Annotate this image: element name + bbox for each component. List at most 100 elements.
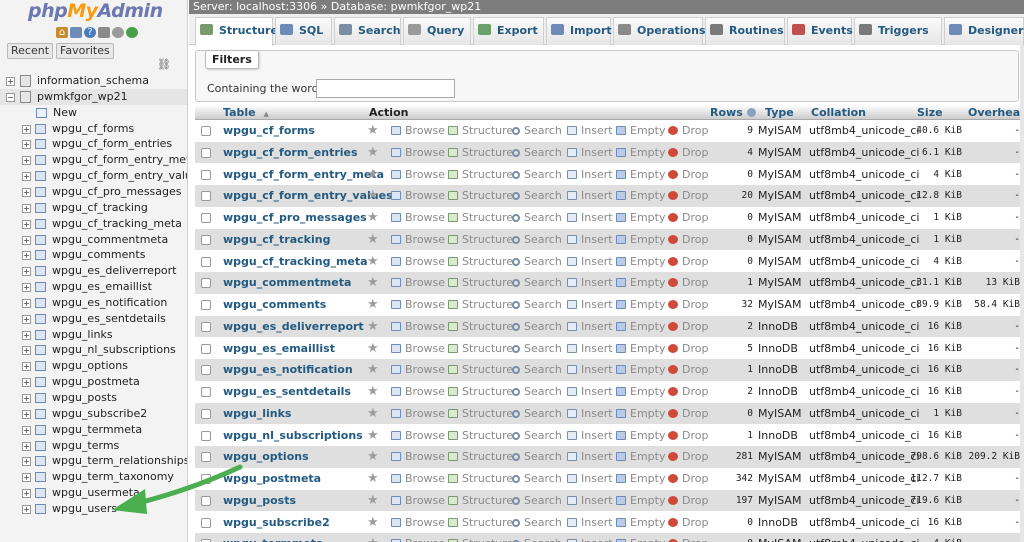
recent-tab[interactable]: Recent <box>7 43 54 59</box>
action-empty[interactable]: Empty <box>616 229 665 250</box>
action-drop[interactable]: Drop <box>668 142 708 163</box>
action-insert[interactable]: Insert <box>567 533 613 542</box>
favorite-star-icon[interactable]: ★ <box>367 316 379 337</box>
action-insert[interactable]: Insert <box>567 403 613 424</box>
expand-icon[interactable]: + <box>22 441 31 451</box>
action-browse[interactable]: Browse <box>391 446 445 467</box>
favorite-star-icon[interactable]: ★ <box>367 272 379 293</box>
action-structure[interactable]: Structure <box>448 185 513 206</box>
table-name-link[interactable]: wpgu_es_sentdetails <box>223 381 351 402</box>
table-name-link[interactable]: wpgu_subscribe2 <box>223 512 330 533</box>
expand-icon[interactable]: + <box>22 330 31 340</box>
favorite-star-icon[interactable]: ★ <box>367 359 379 380</box>
row-checkbox[interactable] <box>201 300 211 310</box>
phpmyadmin-logo[interactable]: phpMyAdmin <box>28 0 163 22</box>
action-browse[interactable]: Browse <box>391 468 445 489</box>
expand-icon[interactable]: + <box>22 283 31 293</box>
expand-icon[interactable]: + <box>22 251 31 261</box>
action-insert[interactable]: Insert <box>567 381 613 402</box>
action-search[interactable]: Search <box>512 338 562 359</box>
help-icon[interactable] <box>746 108 756 117</box>
action-browse[interactable]: Browse <box>391 207 445 228</box>
action-browse[interactable]: Browse <box>391 164 445 185</box>
favorite-star-icon[interactable]: ★ <box>367 338 379 359</box>
action-browse[interactable]: Browse <box>391 381 445 402</box>
action-browse[interactable]: Browse <box>391 142 445 163</box>
favorite-star-icon[interactable]: ★ <box>367 468 379 489</box>
table-name-link[interactable]: wpgu_cf_form_entry_meta <box>223 164 384 185</box>
action-drop[interactable]: Drop <box>668 381 708 402</box>
action-drop[interactable]: Drop <box>668 294 708 315</box>
action-browse[interactable]: Browse <box>391 251 445 272</box>
action-search[interactable]: Search <box>512 359 562 380</box>
action-insert[interactable]: Insert <box>567 338 613 359</box>
favorites-tab[interactable]: Favorites <box>56 43 114 59</box>
action-search[interactable]: Search <box>512 251 562 272</box>
action-empty[interactable]: Empty <box>616 316 665 337</box>
table-name-link[interactable]: wpgu_es_emaillist <box>223 338 335 359</box>
tab-query[interactable]: Query <box>403 17 471 45</box>
action-drop[interactable]: Drop <box>668 272 708 293</box>
favorite-star-icon[interactable]: ★ <box>367 185 379 206</box>
row-checkbox[interactable] <box>201 452 211 463</box>
action-drop[interactable]: Drop <box>668 490 708 511</box>
action-empty[interactable]: Empty <box>616 207 665 228</box>
favorite-star-icon[interactable]: ★ <box>367 229 379 250</box>
home-icon[interactable]: ⌂ <box>56 27 68 38</box>
row-checkbox[interactable] <box>201 408 211 419</box>
action-empty[interactable]: Empty <box>616 338 665 359</box>
action-drop[interactable]: Drop <box>668 403 708 424</box>
action-drop[interactable]: Drop <box>668 425 708 446</box>
action-structure[interactable]: Structure <box>448 164 513 185</box>
action-insert[interactable]: Insert <box>567 251 613 272</box>
row-checkbox[interactable] <box>201 126 211 136</box>
action-search[interactable]: Search <box>512 381 562 402</box>
action-browse[interactable]: Browse <box>391 185 445 206</box>
action-drop[interactable]: Drop <box>668 359 708 380</box>
action-browse[interactable]: Browse <box>391 294 445 315</box>
action-insert[interactable]: Insert <box>567 359 613 380</box>
help-icon[interactable]: ? <box>84 27 96 38</box>
action-insert[interactable]: Insert <box>567 316 613 337</box>
favorite-star-icon[interactable]: ★ <box>367 120 379 141</box>
tab-routines[interactable]: Routines <box>705 17 785 45</box>
action-empty[interactable]: Empty <box>616 294 665 315</box>
action-search[interactable]: Search <box>512 120 562 141</box>
row-checkbox[interactable] <box>201 495 211 506</box>
action-structure[interactable]: Structure <box>448 207 513 228</box>
action-empty[interactable]: Empty <box>616 381 665 402</box>
action-drop[interactable]: Drop <box>668 338 708 359</box>
row-checkbox[interactable] <box>201 430 211 441</box>
action-browse[interactable]: Browse <box>391 272 445 293</box>
table-name-link[interactable]: wpgu_comments <box>223 294 326 315</box>
tab-search[interactable]: Search <box>334 17 401 45</box>
action-structure[interactable]: Structure <box>448 490 513 511</box>
expand-icon[interactable]: + <box>22 504 31 514</box>
tree-db-item[interactable]: − pwmkfgor_wp21 <box>0 88 187 105</box>
table-name-link[interactable]: wpgu_nl_subscriptions <box>223 425 363 446</box>
action-structure[interactable]: Structure <box>448 120 513 141</box>
link-icon[interactable]: ⛓ <box>157 58 171 71</box>
row-checkbox[interactable] <box>201 256 211 267</box>
scrollbar[interactable] <box>1020 45 1024 542</box>
action-structure[interactable]: Structure <box>448 316 513 337</box>
action-empty[interactable]: Empty <box>616 468 665 489</box>
action-structure[interactable]: Structure <box>448 229 513 250</box>
breadcrumb-server[interactable]: Server: localhost:3306 <box>193 0 317 13</box>
table-name-link[interactable]: wpgu_es_notification <box>223 359 353 380</box>
action-structure[interactable]: Structure <box>448 338 513 359</box>
row-checkbox[interactable] <box>201 365 211 376</box>
action-insert[interactable]: Insert <box>567 120 613 141</box>
action-drop[interactable]: Drop <box>668 185 708 206</box>
expand-icon[interactable]: + <box>22 140 31 150</box>
action-structure[interactable]: Structure <box>448 359 513 380</box>
favorite-star-icon[interactable]: ★ <box>367 425 379 446</box>
action-insert[interactable]: Insert <box>567 185 613 206</box>
action-search[interactable]: Search <box>512 229 562 250</box>
table-name-link[interactable]: wpgu_options <box>223 446 309 467</box>
favorite-star-icon[interactable]: ★ <box>367 490 379 511</box>
action-browse[interactable]: Browse <box>391 338 445 359</box>
action-drop[interactable]: Drop <box>668 468 708 489</box>
action-structure[interactable]: Structure <box>448 294 513 315</box>
reload-icon[interactable] <box>126 27 138 38</box>
